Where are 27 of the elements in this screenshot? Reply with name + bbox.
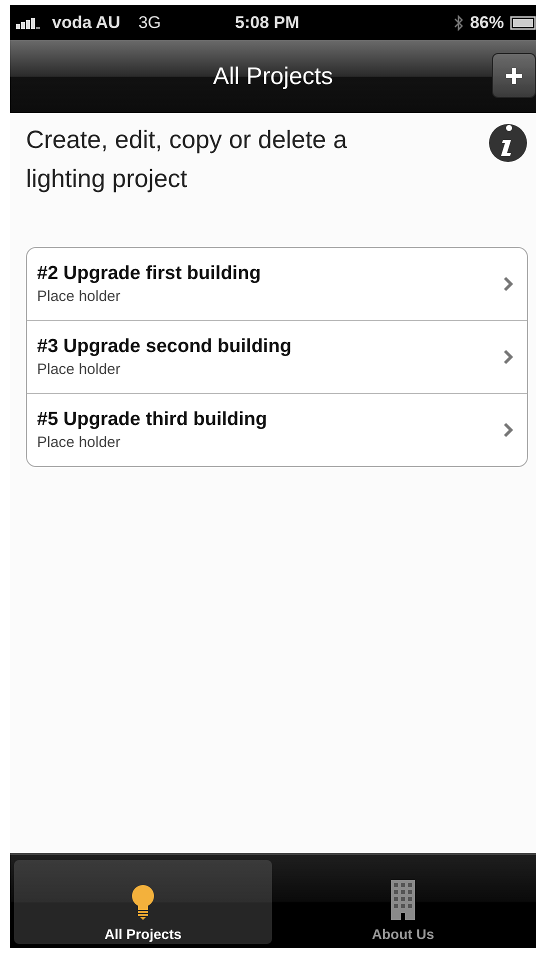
project-title: #2 Upgrade first building [37, 263, 261, 285]
info-icon[interactable] [488, 123, 528, 163]
bluetooth-icon [454, 14, 464, 32]
battery-percent: 86% [470, 12, 504, 32]
project-subtitle: Place holder [37, 288, 122, 305]
network-type: 3G [138, 12, 162, 32]
tab[interactable]: All Projects [14, 860, 272, 944]
project-title: #3 Upgrade second building [37, 336, 292, 358]
status-time: 5:08 PM [235, 13, 300, 33]
project-row[interactable]: #3 Upgrade second building Place holder [27, 320, 527, 393]
project-title: #5 Upgrade third building [37, 409, 268, 431]
add-button[interactable] [492, 53, 536, 98]
project-subtitle: Place holder [37, 434, 122, 451]
intro-text: Create, edit, copy or delete a lighting project [26, 125, 348, 195]
building-icon [391, 880, 415, 920]
project-row[interactable]: #5 Upgrade third building Place holder [27, 393, 527, 466]
chevron-icon [503, 349, 513, 365]
battery-icon [510, 16, 536, 30]
chevron-icon [503, 276, 513, 292]
chevron-icon [503, 422, 513, 438]
carrier-name: voda AU [52, 12, 120, 32]
tab[interactable]: About Us [274, 860, 532, 944]
lightbulb-icon [130, 884, 156, 920]
project-row[interactable]: #2 Upgrade first building Place holder [27, 248, 527, 320]
plus-icon [505, 66, 523, 84]
nav-title: All Projects [212, 62, 334, 90]
project-subtitle: Place holder [37, 361, 122, 378]
